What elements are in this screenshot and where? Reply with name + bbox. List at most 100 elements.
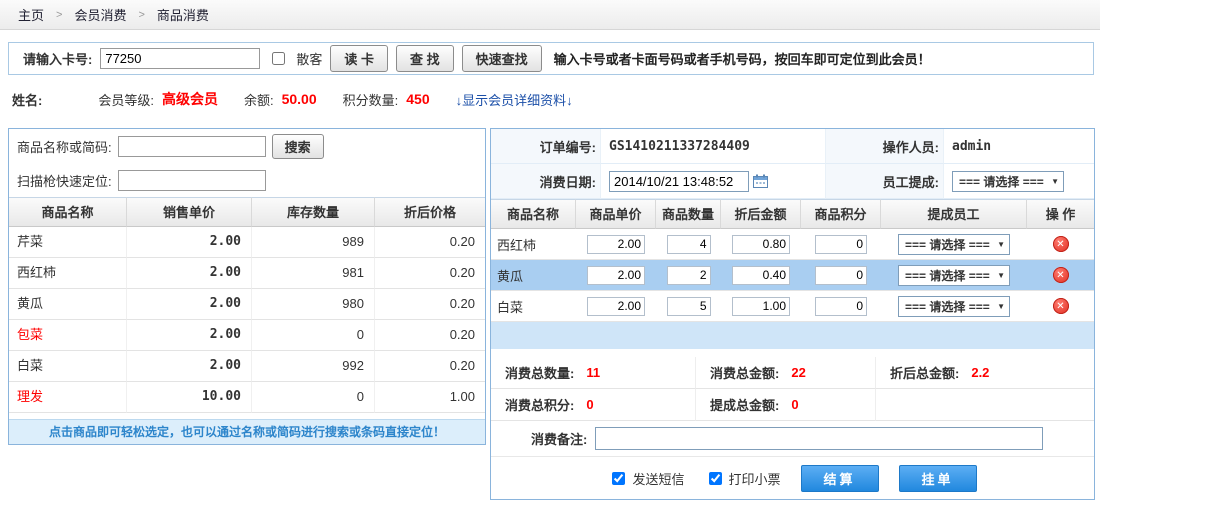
calendar-icon[interactable] [753, 174, 768, 188]
product-row[interactable]: 芹菜 2.00 989 0.20 [9, 227, 485, 258]
send-sms-label: 发送短信 [632, 469, 684, 488]
staff-select[interactable]: === 请选择 === ▼ [898, 265, 1010, 286]
summary-row-1: 消费总数量: 11 消费总金额: 22 折后总金额: 2.2 [491, 357, 1094, 389]
product-price: 2.00 [127, 351, 252, 382]
hold-order-button[interactable]: 挂单 [899, 465, 977, 492]
order-no-value: GS1410211337284409 [609, 139, 750, 154]
order-item-points-input[interactable] [815, 266, 867, 285]
commission-select[interactable]: === 请选择 === ▼ [952, 171, 1064, 192]
product-row[interactable]: 西红柿 2.00 981 0.20 [9, 258, 485, 289]
col-sale-price: 销售单价 [127, 197, 252, 227]
staff-select-value: === 请选择 === [905, 267, 990, 284]
staff-select[interactable]: === 请选择 === ▼ [898, 296, 1010, 317]
breadcrumb-product-consume[interactable]: 商品消费 [157, 5, 209, 24]
product-name: 黄瓜 [9, 289, 127, 320]
product-discount-price: 0.20 [375, 351, 485, 382]
print-receipt-label: 打印小票 [729, 469, 781, 488]
breadcrumb-member-consume[interactable]: 会员消费 [74, 5, 126, 24]
delete-row-icon[interactable]: ✕ [1053, 236, 1069, 252]
order-item-points-input[interactable] [815, 235, 867, 254]
order-item-qty-input[interactable] [667, 266, 711, 285]
product-row[interactable]: 黄瓜 2.00 980 0.20 [9, 289, 485, 320]
total-qty-value: 11 [586, 365, 600, 380]
order-item-points-input[interactable] [815, 297, 867, 316]
chevron-down-icon: ▼ [1051, 177, 1059, 186]
operator-label: 操作人员: [826, 129, 944, 164]
walkin-checkbox[interactable] [272, 52, 285, 65]
product-stock: 989 [252, 227, 375, 258]
product-price: 2.00 [127, 227, 252, 258]
order-item-discount-input[interactable] [732, 266, 790, 285]
order-item-discount-input[interactable] [732, 235, 790, 254]
member-points-label: 积分数量: [343, 90, 399, 109]
col-stock-qty: 库存数量 [252, 197, 375, 227]
order-item-name: 西红柿 [491, 235, 576, 254]
product-search-button[interactable]: 搜索 [272, 134, 324, 159]
order-item-qty-input[interactable] [667, 235, 711, 254]
product-stock: 0 [252, 382, 375, 413]
order-item-discount-input[interactable] [732, 297, 790, 316]
breadcrumb-home[interactable]: 主页 [18, 5, 44, 24]
order-item-price-input[interactable] [587, 266, 645, 285]
product-search-input[interactable] [118, 136, 266, 157]
product-discount-price: 0.20 [375, 227, 485, 258]
product-row[interactable]: 理发 10.00 0 1.00 [9, 382, 485, 413]
col-discount-price: 折后价格 [375, 197, 485, 227]
staff-select[interactable]: === 请选择 === ▼ [898, 234, 1010, 255]
chevron-down-icon: ▼ [997, 271, 1005, 280]
operator-value: admin [952, 139, 991, 154]
scanner-label: 扫描枪快速定位: [17, 171, 112, 190]
member-level-value: 高级会员 [162, 89, 218, 109]
product-discount-price: 0.20 [375, 289, 485, 320]
card-search-bar: 请输入卡号: 散客 读 卡 查 找 快速查找 输入卡号或者卡面号码或者手机号码，… [8, 42, 1094, 75]
product-discount-price: 0.20 [375, 258, 485, 289]
find-button[interactable]: 查 找 [396, 45, 454, 72]
consume-date-label: 消费日期: [491, 164, 601, 199]
col-item-points: 商品积分 [801, 199, 881, 229]
delete-row-icon[interactable]: ✕ [1053, 267, 1069, 283]
spacer [491, 349, 1094, 357]
total-points-label: 消费总积分: [505, 395, 574, 414]
scanner-input[interactable] [118, 170, 266, 191]
page: 主页 > 会员消费 > 商品消费 请输入卡号: 散客 读 卡 查 找 快速查找 … [0, 0, 1213, 511]
col-product-name: 商品名称 [9, 197, 127, 227]
col-item-staff: 提成员工 [881, 199, 1027, 229]
order-panel: 订单编号: GS1410211337284409 操作人员: admin 消费日… [490, 128, 1095, 500]
product-price: 10.00 [127, 382, 252, 413]
chevron-down-icon: ▼ [997, 240, 1005, 249]
col-item-price: 商品单价 [576, 199, 656, 229]
product-row[interactable]: 白菜 2.00 992 0.20 [9, 351, 485, 382]
delete-row-icon[interactable]: ✕ [1053, 298, 1069, 314]
order-info-grid: 订单编号: GS1410211337284409 操作人员: admin 消费日… [491, 129, 1094, 199]
settle-button[interactable]: 结算 [801, 465, 879, 492]
product-name: 包菜 [9, 320, 127, 351]
commission-select-value: === 请选择 === [959, 173, 1044, 190]
col-item-name: 商品名称 [491, 199, 576, 229]
order-item-price-input[interactable] [587, 297, 645, 316]
remark-input[interactable] [595, 427, 1043, 450]
col-item-qty: 商品数量 [656, 199, 721, 229]
total-amount-label: 消费总金额: [710, 363, 779, 382]
member-detail-link[interactable]: ↓显示会员详细资料↓ [456, 90, 573, 109]
order-item-qty-input[interactable] [667, 297, 711, 316]
product-stock: 981 [252, 258, 375, 289]
commission-total-value: 0 [791, 397, 798, 412]
product-row[interactable]: 包菜 2.00 0 0.20 [9, 320, 485, 351]
read-card-button[interactable]: 读 卡 [330, 45, 388, 72]
product-search-label: 商品名称或简码: [17, 137, 112, 156]
print-receipt-checkbox[interactable] [709, 472, 722, 485]
product-price: 2.00 [127, 289, 252, 320]
consume-date-input[interactable] [609, 171, 749, 192]
send-sms-checkbox[interactable] [612, 472, 625, 485]
breadcrumb: 主页 > 会员消费 > 商品消费 [0, 0, 1100, 30]
card-search-hint: 输入卡号或者卡面号码或者手机号码，按回车即可定位到此会员！ [554, 49, 931, 68]
walkin-label: 散客 [296, 49, 322, 68]
discount-total-value: 2.2 [971, 365, 989, 380]
quick-find-button[interactable]: 快速查找 [462, 45, 542, 72]
product-stock: 980 [252, 289, 375, 320]
product-stock: 992 [252, 351, 375, 382]
product-name: 理发 [9, 382, 127, 413]
empty-highlight-row [491, 322, 1094, 349]
card-number-input[interactable] [100, 48, 260, 69]
order-item-price-input[interactable] [587, 235, 645, 254]
